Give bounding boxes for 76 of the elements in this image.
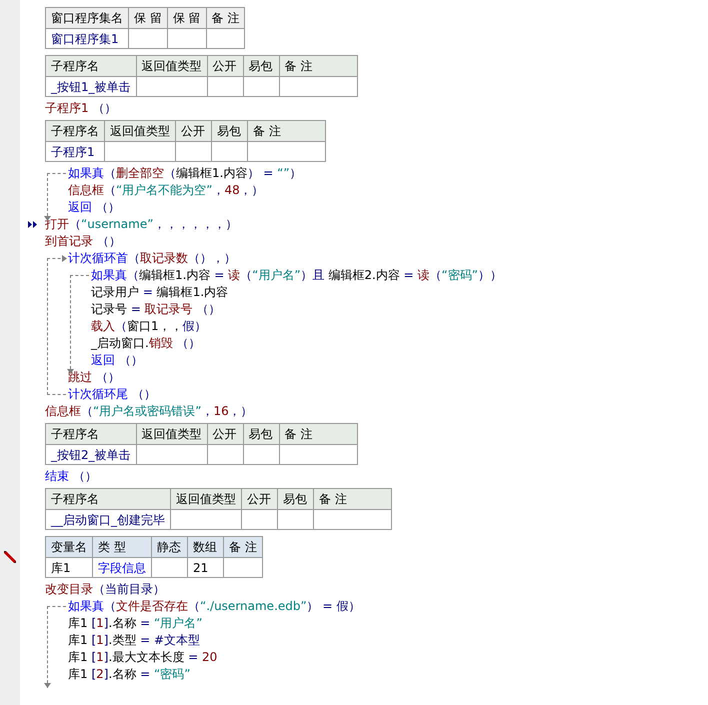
column-header: 公开: [176, 120, 212, 142]
code-line: _启动窗口.销毁 （）: [91, 335, 202, 352]
table-cell: [207, 76, 244, 96]
table-cell: [176, 142, 212, 162]
column-header: 子程序名: [46, 488, 170, 510]
column-header: 子程序名: [46, 120, 104, 142]
table-cell: 子程序1: [46, 142, 104, 162]
column-header: 易包: [278, 488, 314, 510]
code-line: 库1 [1].最大文本长度 = 20: [68, 649, 218, 666]
column-header: 保 留: [167, 8, 206, 28]
code-line: 子程序1 （）: [45, 100, 118, 117]
column-header: 静态: [152, 536, 188, 558]
code-line: 库1 [2].名称 = “密码”: [68, 666, 192, 683]
table-cell: [152, 558, 188, 578]
code-line: 库1 [1].名称 = “用户名”: [68, 615, 204, 632]
table-cell: [136, 76, 208, 96]
column-header: 备 注: [206, 8, 245, 28]
column-header: 变量名: [46, 536, 92, 558]
column-header: 备 注: [279, 56, 358, 76]
column-header: 返回值类型: [136, 424, 208, 444]
column-header: 返回值类型: [136, 56, 208, 76]
code-line: 信息框（“用户名或密码错误”，16，）: [45, 403, 254, 420]
code-line: 改变目录（当前目录）: [45, 581, 166, 598]
table-cell: [212, 142, 248, 162]
column-header: 备 注: [279, 424, 358, 444]
code-line: 跳过 （）: [68, 369, 121, 386]
table-cell: [224, 558, 262, 578]
column-header: 子程序名: [46, 56, 136, 76]
code-line: 如果真（编辑框1.内容 = 读（“用户名”）且 编辑框2.内容 = 读（“密码”））: [91, 267, 503, 284]
table-cell: _按钮1_被单击: [46, 76, 136, 96]
table-cell: [278, 510, 314, 530]
column-header: 易包: [243, 56, 280, 76]
column-header: 窗口程序集名: [46, 8, 128, 28]
column-header: 类 型: [92, 536, 152, 558]
table-cell: 字段信息: [92, 558, 152, 578]
column-header: 公开: [207, 56, 244, 76]
table-cell: [242, 510, 278, 530]
column-header: 返回值类型: [170, 488, 242, 510]
column-header: 返回值类型: [104, 120, 176, 142]
column-header: 数组: [188, 536, 224, 558]
code-line: 结束 （）: [45, 468, 98, 485]
column-header: 子程序名: [46, 424, 136, 444]
table-cell: [207, 444, 244, 464]
column-header: 公开: [242, 488, 278, 510]
table-cell: [206, 28, 245, 48]
table-cell: 21: [188, 558, 224, 578]
column-header: 公开: [207, 424, 244, 444]
table-cell: 窗口程序集1: [46, 28, 128, 48]
code-line: 载入（窗口1，，假）: [91, 318, 208, 335]
column-header: 保 留: [128, 8, 168, 28]
code-line: 如果真（文件是否存在（“./username.edb”） = 假）: [68, 598, 362, 615]
column-header: 备 注: [224, 536, 262, 558]
code-line: 库1 [1].类型 = #文本型: [68, 632, 202, 649]
table-cell: [128, 28, 168, 48]
code-line: 返回 （）: [91, 352, 144, 369]
code-line: 返回 （）: [68, 199, 121, 216]
table-cell: __启动窗口_创建完毕: [46, 510, 170, 530]
code-line: 如果真（删全部空（编辑框1.内容） = “”）: [68, 165, 303, 182]
table-cell: [104, 142, 176, 162]
code-line: 到首记录 （）: [45, 233, 122, 250]
table-cell: _按钮2_被单击: [46, 444, 136, 464]
column-header: 易包: [212, 120, 248, 142]
table-cell: 库1: [46, 558, 92, 578]
code-line: 记录号 = 取记录号 （）: [91, 301, 222, 318]
column-header: 备 注: [314, 488, 392, 510]
code-line: 计次循环尾 （）: [68, 386, 157, 403]
table-cell: [170, 510, 242, 530]
table-cell: [243, 444, 280, 464]
table-cell: [243, 76, 280, 96]
column-header: 备 注: [248, 120, 326, 142]
code-line: 信息框（“用户名不能为空”，48，）: [68, 182, 265, 199]
column-header: 易包: [243, 424, 280, 444]
code-line: 记录用户 = 编辑框1.内容: [91, 284, 230, 301]
table-cell: [136, 444, 208, 464]
table-cell: [167, 28, 206, 48]
code-line: 计次循环首（取记录数（），）: [68, 250, 237, 267]
